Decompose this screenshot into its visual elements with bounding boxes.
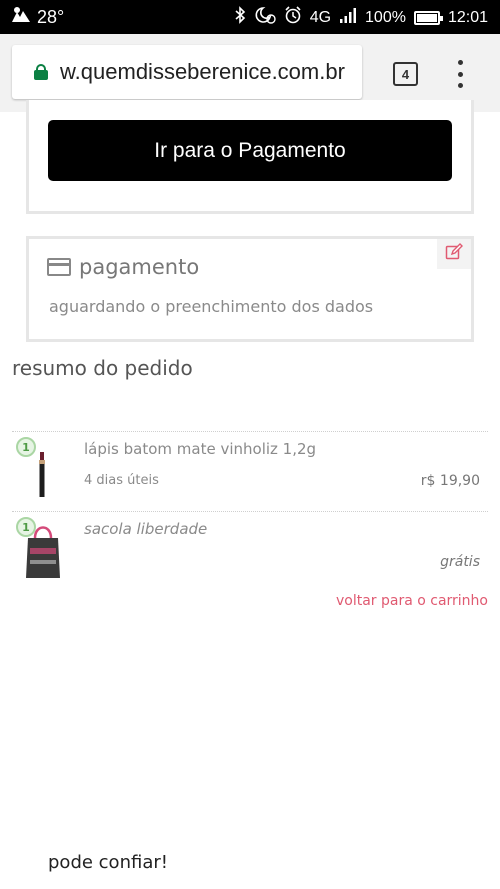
tab-switcher-button[interactable]: 4 bbox=[393, 62, 418, 86]
signal-icon bbox=[339, 7, 357, 28]
edit-icon bbox=[445, 243, 463, 265]
url-text: w.quemdisseberenice.com.br bbox=[60, 59, 345, 84]
clock: 12:01 bbox=[447, 8, 488, 26]
back-to-cart-link[interactable]: voltar para o carrinho bbox=[336, 593, 488, 609]
item-price: grátis bbox=[440, 554, 480, 570]
alarm-icon bbox=[284, 6, 302, 29]
item-name: lápis batom mate vinholiz 1,2g bbox=[84, 440, 317, 458]
payment-status: aguardando o preenchimento dos dados bbox=[49, 297, 374, 316]
payment-title: pagamento bbox=[79, 255, 200, 279]
order-summary-title: resumo do pedido bbox=[12, 356, 193, 380]
overflow-menu-icon[interactable] bbox=[452, 60, 468, 88]
bluetooth-icon bbox=[234, 6, 246, 29]
battery-percent: 100% bbox=[365, 8, 406, 26]
battery-icon bbox=[413, 10, 443, 25]
url-field[interactable]: w.quemdisseberenice.com.br bbox=[12, 45, 362, 99]
item-quantity-badge: 1 bbox=[16, 437, 36, 457]
credit-card-icon bbox=[47, 258, 71, 276]
item-price: r$ 19,90 bbox=[420, 473, 480, 489]
divider bbox=[12, 431, 488, 432]
payment-card: pagamento aguardando o preenchimento dos… bbox=[26, 236, 474, 342]
status-bar: 28° 4G 100% 12:01 bbox=[0, 0, 500, 34]
lipstick-pencil-image bbox=[37, 452, 47, 502]
network-type: 4G bbox=[309, 8, 332, 26]
item-name: sacola liberdade bbox=[84, 520, 208, 538]
temperature: 28° bbox=[37, 7, 65, 27]
do-not-disturb-icon bbox=[254, 6, 276, 29]
weather-icon bbox=[10, 6, 32, 29]
tote-bag-image bbox=[24, 520, 62, 584]
edit-payment-button[interactable] bbox=[437, 239, 471, 269]
go-to-payment-button[interactable]: Ir para o Pagamento bbox=[48, 120, 452, 181]
divider bbox=[12, 511, 488, 512]
item-delivery-time: 4 dias úteis bbox=[84, 473, 159, 488]
footer-trust-text: pode confiar! bbox=[48, 852, 168, 873]
lock-icon bbox=[34, 64, 48, 80]
